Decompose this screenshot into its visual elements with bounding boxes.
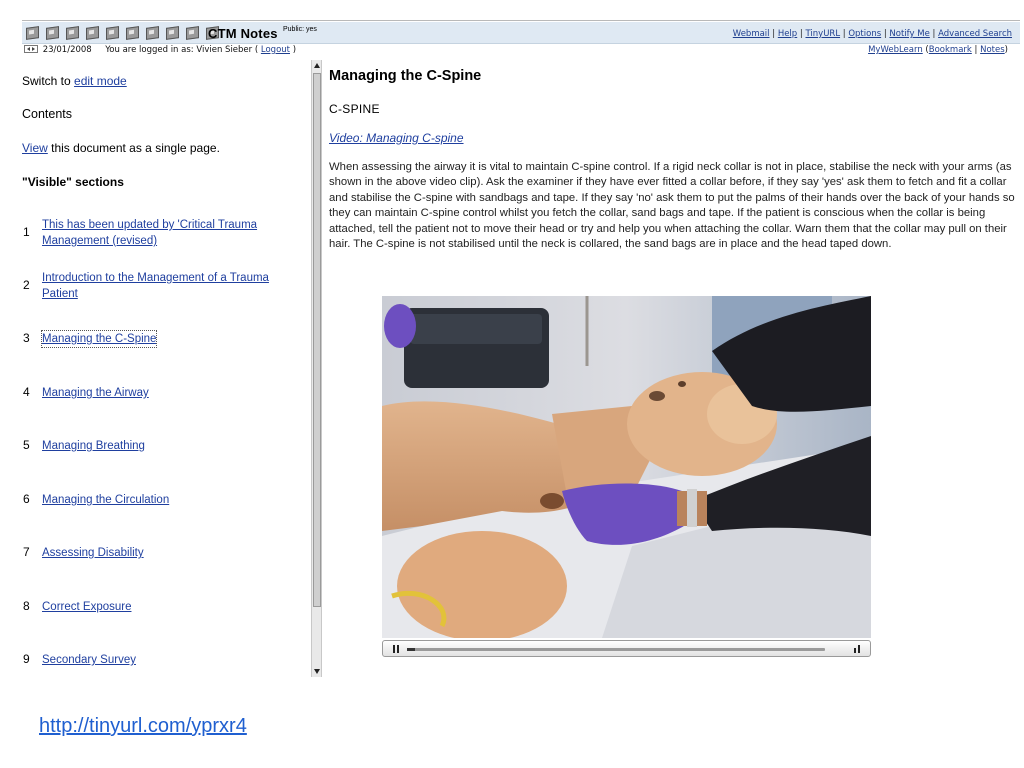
section-link[interactable]: Managing Breathing: [42, 438, 297, 454]
section-number: 1: [23, 225, 30, 239]
section-link[interactable]: Assessing Disability: [42, 545, 297, 561]
switch-mode: Switch to edit mode: [22, 74, 127, 88]
section-number: 6: [23, 492, 30, 506]
top-links: Webmail | Help | TinyURL | Options | Not…: [732, 29, 1012, 39]
section-number: 7: [23, 545, 30, 559]
cube-icon-shape: [146, 26, 159, 40]
scrollbar-thumb[interactable]: [313, 73, 321, 607]
cube-icon[interactable]: [164, 24, 182, 41]
cube-icon[interactable]: [124, 24, 142, 41]
toolbar: CTM Notes Public: yes Webmail | Help | T…: [22, 22, 1020, 44]
view-single-page: View this document as a single page.: [22, 141, 220, 155]
login-suffix: ): [292, 45, 297, 55]
pause-icon[interactable]: [392, 645, 400, 653]
public-status: Public: yes: [283, 26, 317, 33]
book-icon-shape: [66, 26, 79, 40]
footer-url-link[interactable]: http://tinyurl.com/yprxr4: [39, 715, 247, 738]
date: 23/01/2008: [42, 45, 92, 55]
view-link[interactable]: View: [22, 141, 48, 155]
home-icon[interactable]: [24, 24, 42, 41]
help-link[interactable]: Help: [778, 29, 797, 39]
mywebl-link[interactable]: MyWebLearn: [868, 45, 923, 55]
section-link[interactable]: Introduction to the Management of a Trau…: [42, 270, 297, 302]
section-number: 3: [23, 331, 30, 345]
cube-icon-shape: [106, 26, 119, 40]
section-link[interactable]: Secondary Survey: [42, 652, 297, 668]
video-player[interactable]: [382, 296, 871, 660]
section-link-current[interactable]: Managing the C-Spine: [40, 330, 158, 348]
home-icon-shape: [26, 26, 39, 40]
section-link[interactable]: Managing the Airway: [42, 385, 297, 401]
edit-mode-link[interactable]: edit mode: [74, 74, 127, 88]
cube-icon[interactable]: [84, 24, 102, 41]
view-suffix: this document as a single page.: [47, 141, 220, 155]
section-link[interactable]: Managing the Circulation: [42, 492, 297, 508]
seek-bar[interactable]: [407, 648, 825, 651]
sub-links: MyWebLearn (Bookmark | Notes): [868, 45, 1008, 55]
section-number: 5: [23, 438, 30, 452]
video-frame[interactable]: [382, 296, 871, 638]
section-number: 2: [23, 278, 30, 292]
book-icon[interactable]: [64, 24, 82, 41]
cube-icon[interactable]: [184, 24, 202, 41]
cube-icon-shape: [186, 26, 199, 40]
scroll-up-icon[interactable]: [313, 61, 321, 71]
video-still: [382, 296, 871, 638]
switch-prefix: Switch to: [22, 74, 75, 88]
advanced-search-link[interactable]: Advanced Search: [938, 29, 1012, 39]
cube-icon-shape: [86, 26, 99, 40]
options-link[interactable]: Options: [848, 29, 881, 39]
prev-next-icon[interactable]: [24, 45, 38, 53]
section-number: 9: [23, 652, 30, 666]
section-link[interactable]: This has been updated by 'Critical Traum…: [42, 217, 297, 249]
section-number: 8: [23, 599, 30, 613]
sidebar: Switch to edit mode Contents View this d…: [22, 60, 310, 676]
cube-icon-shape: [126, 26, 139, 40]
cube-icon-shape: [166, 26, 179, 40]
status-row: 23/01/2008 You are logged in as: Vivien …: [22, 45, 1020, 59]
contents-heading: Contents: [22, 107, 73, 121]
section-label: C-SPINE: [329, 102, 380, 116]
page-title: Managing the C-Spine: [329, 68, 482, 84]
video-link[interactable]: Video: Managing C-spine: [329, 131, 464, 145]
volume-icon[interactable]: [853, 645, 861, 653]
cube-icon[interactable]: [104, 24, 122, 41]
toolbar-icons: [24, 24, 222, 41]
webmail-link[interactable]: Webmail: [733, 29, 770, 39]
notes-icon[interactable]: [44, 24, 62, 41]
scroll-down-icon[interactable]: [313, 666, 321, 676]
app-title: CTM Notes: [208, 26, 278, 41]
bookmark-link[interactable]: Bookmark: [929, 45, 972, 55]
cube-icon[interactable]: [144, 24, 162, 41]
logout-link[interactable]: Logout: [261, 45, 290, 55]
notify-me-link[interactable]: Notify Me: [889, 29, 929, 39]
visible-sections-heading: "Visible" sections: [22, 175, 124, 189]
sidebar-scrollbar[interactable]: [311, 60, 322, 677]
tinyurl-link[interactable]: TinyURL: [805, 29, 840, 39]
section-link[interactable]: Correct Exposure: [42, 599, 297, 615]
video-controls: [382, 640, 871, 657]
top-border: [22, 20, 1020, 21]
notes-link[interactable]: Notes: [980, 45, 1005, 55]
seek-progress: [407, 648, 416, 651]
login-prefix: You are logged in as: Vivien Sieber (: [105, 45, 259, 55]
section-number: 4: [23, 385, 30, 399]
body-paragraph: When assessing the airway it is vital to…: [329, 161, 1015, 251]
notes-icon-shape: [46, 26, 59, 40]
top-bar: CTM Notes Public: yes Webmail | Help | T…: [22, 20, 1020, 60]
